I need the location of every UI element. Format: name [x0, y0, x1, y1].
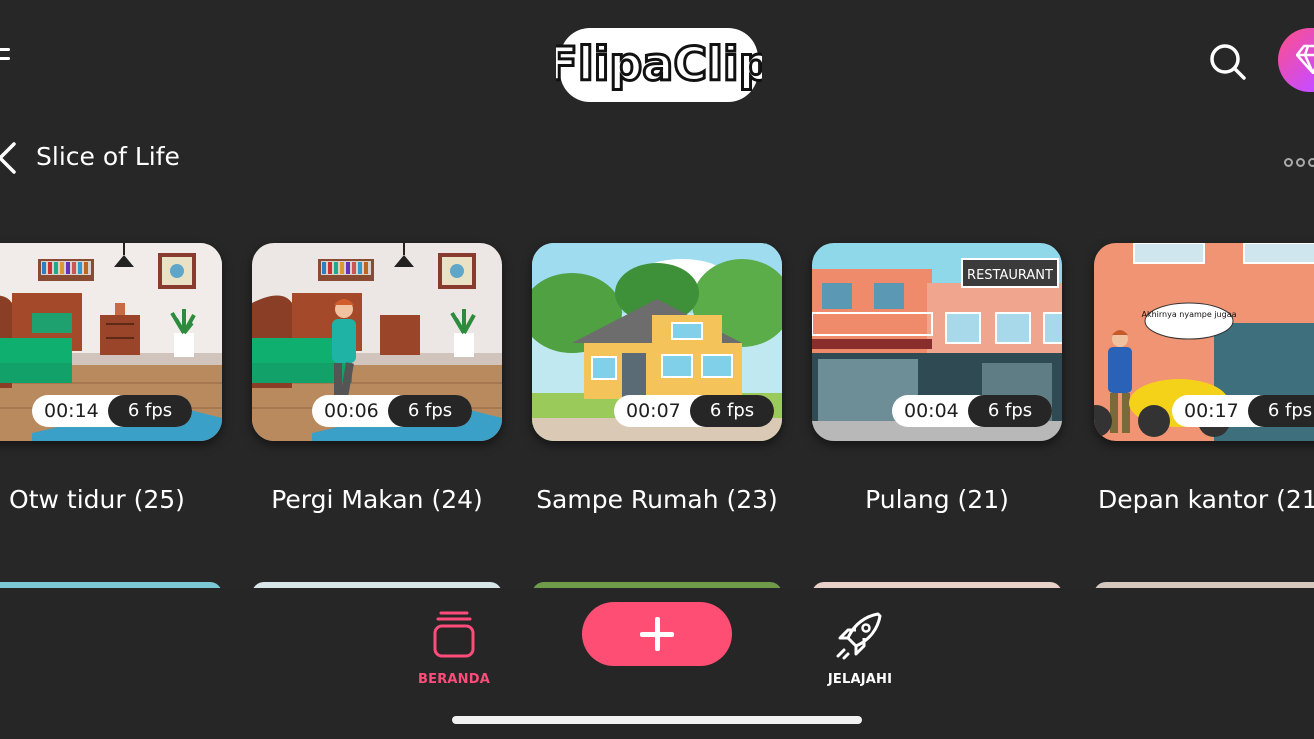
bottom-navigation: BERANDA JELAJAHI	[0, 588, 1314, 739]
section-header: Slice of Life	[0, 132, 1314, 182]
speech-bubble: Akhirnya nyampe jugaa	[1141, 310, 1236, 319]
project-thumbnail[interactable]: RESTAURANT 00:04 6 fps	[812, 243, 1062, 441]
tab-explore-label: JELAJAHI	[827, 672, 893, 687]
tab-home[interactable]: BERANDA	[412, 610, 496, 690]
plus-icon	[640, 617, 674, 651]
diamond-icon	[1296, 44, 1314, 74]
project-title[interactable]: Pergi Makan (24)	[252, 485, 502, 515]
section-title: Slice of Life	[36, 142, 180, 171]
restaurant-sign: RESTAURANT	[967, 268, 1053, 283]
fps-label: 6 fps	[1248, 395, 1314, 427]
project-card[interactable]: 00:07 6 fps	[532, 243, 782, 441]
tab-explore[interactable]: JELAJAHI	[818, 610, 902, 690]
chevron-left-icon	[0, 142, 16, 174]
project-card[interactable]: 00:06 6 fps	[252, 243, 502, 441]
create-new-button[interactable]	[582, 602, 732, 666]
project-thumbnail[interactable]: 00:14 6 fps	[0, 243, 222, 441]
project-card[interactable]: RESTAURANT 00:04 6 fps	[812, 243, 1062, 441]
duration-fps-badge: 00:07 6 fps	[614, 395, 774, 427]
tab-home-label: BERANDA	[418, 672, 490, 687]
duration-fps-badge: 00:06 6 fps	[312, 395, 472, 427]
flipaclip-logo: FlipaClip	[545, 18, 773, 110]
duration-fps-badge: 00:17 6 fps	[1172, 395, 1314, 427]
more-options-button[interactable]	[1284, 152, 1314, 167]
project-thumbnail[interactable]: 00:06 6 fps	[252, 243, 502, 441]
duration-fps-badge: 00:04 6 fps	[892, 395, 1052, 427]
back-button[interactable]	[0, 142, 20, 174]
home-indicator[interactable]	[452, 716, 862, 724]
stacked-cards-icon	[433, 611, 475, 658]
premium-button[interactable]	[1278, 28, 1314, 92]
project-thumbnail[interactable]: 00:07 6 fps	[532, 243, 782, 441]
duration-label: 00:04	[904, 400, 959, 422]
project-card[interactable]: 00:14 6 fps	[0, 243, 222, 441]
project-thumbnail[interactable]: Akhirnya nyampe jugaa 00:17 6 fps	[1094, 243, 1314, 441]
duration-fps-badge: 00:14 6 fps	[32, 395, 192, 427]
project-title[interactable]: Sampe Rumah (23)	[532, 485, 782, 515]
duration-label: 00:06	[324, 400, 379, 422]
duration-label: 00:17	[1184, 400, 1239, 422]
top-bar: FlipaClip	[0, 0, 1314, 120]
search-button[interactable]	[1208, 42, 1248, 82]
more-dots-icon	[1284, 158, 1293, 167]
rocket-icon	[836, 612, 882, 660]
project-title[interactable]: Depan kantor (21	[1098, 485, 1314, 515]
fps-label: 6 fps	[388, 395, 472, 427]
project-title[interactable]: Otw tidur (25)	[0, 485, 222, 515]
project-title[interactable]: Pulang (21)	[812, 485, 1062, 515]
logo-text: FlipaClip	[556, 37, 762, 91]
duration-label: 00:14	[44, 400, 99, 422]
project-card[interactable]: Akhirnya nyampe jugaa 00:17 6 fps	[1094, 243, 1314, 441]
fps-label: 6 fps	[108, 395, 192, 427]
search-icon	[1210, 44, 1246, 80]
fps-label: 6 fps	[690, 395, 774, 427]
hamburger-menu-icon[interactable]	[0, 48, 14, 70]
fps-label: 6 fps	[968, 395, 1052, 427]
duration-label: 00:07	[626, 400, 681, 422]
